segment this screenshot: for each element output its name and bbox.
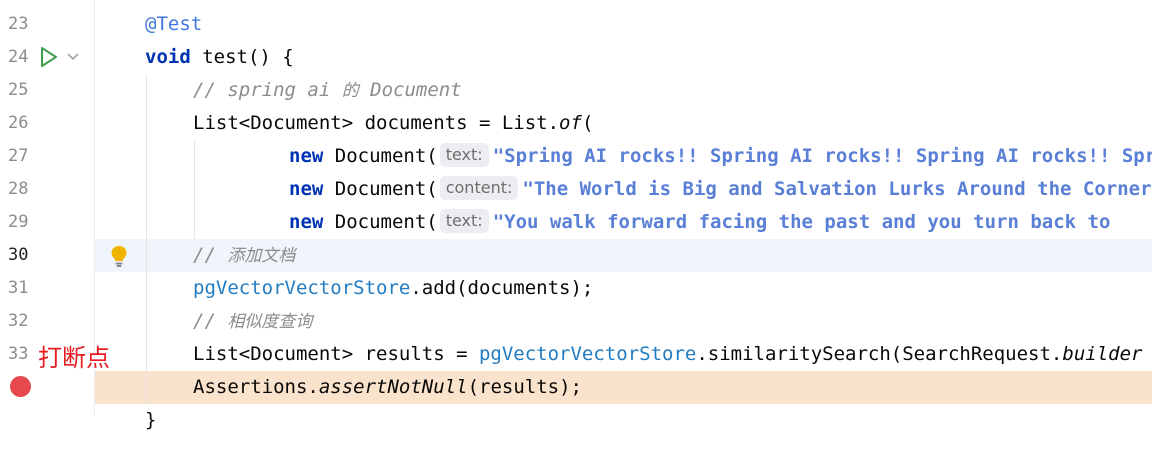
keyword-token: void — [145, 46, 191, 68]
code-token: (results); — [467, 376, 582, 398]
code-line[interactable]: } — [95, 404, 1152, 437]
line-number[interactable]: 23 — [8, 8, 48, 41]
parameter-hint: text: — [439, 209, 489, 233]
comment-token: 的 — [341, 81, 359, 101]
code-text: new Document(content: "The World is Big a… — [289, 173, 1152, 206]
code-line-breakpoint[interactable]: Assertions.assertNotNull(results); — [95, 371, 1152, 404]
run-icon[interactable] — [39, 46, 59, 68]
lightbulb-icon[interactable] — [109, 244, 129, 268]
field-token: pgVectorVectorStore — [478, 343, 697, 365]
code-token: .add(documents); — [410, 277, 594, 299]
code-text: List<Document> results = pgVectorVectorS… — [193, 338, 1142, 371]
comment-token: 添加文档 — [227, 246, 296, 266]
method-token: builder — [1062, 343, 1143, 365]
code-token: ( — [581, 112, 594, 134]
line-number[interactable]: 32 — [8, 305, 48, 338]
chevron-down-icon[interactable] — [67, 52, 79, 62]
code-line[interactable]: pgVectorVectorStore.add(documents); — [95, 272, 1152, 305]
comment-token: Document — [358, 79, 462, 101]
line-number[interactable]: 28 — [8, 173, 48, 206]
code-line[interactable]: new Document(text: "You walk forward faci… — [95, 206, 1152, 239]
code-line[interactable]: @Test — [95, 8, 1152, 41]
comment-line: // spring ai 的 Document — [193, 74, 462, 108]
comment-token: 相似度查询 — [227, 312, 313, 332]
code-text: pgVectorVectorStore.add(documents); — [193, 272, 593, 305]
code-text: void test() { — [145, 41, 294, 74]
line-number[interactable]: 29 — [8, 206, 48, 239]
string-token: "Spring AI rocks!! Spring AI rocks!! Spr… — [492, 145, 1152, 167]
breakpoint-icon[interactable] — [10, 376, 31, 397]
keyword-token: new — [289, 145, 324, 167]
comment-token: // — [193, 244, 228, 266]
code-token: .similaritySearch(SearchRequest. — [696, 343, 1063, 365]
indent-guide — [194, 140, 195, 239]
comment-token: // spring ai — [193, 79, 342, 101]
code-token: } — [145, 409, 157, 431]
code-text: Assertions.assertNotNull(results); — [193, 371, 582, 404]
annotation-token: @Test — [145, 13, 203, 35]
line-number[interactable]: 27 — [8, 140, 48, 173]
parameter-hint: text: — [439, 143, 489, 167]
string-token: "You walk forward facing the past and yo… — [492, 211, 1111, 233]
comment-line: // 添加文档 — [193, 239, 295, 273]
code-token: Assertions. — [193, 376, 319, 398]
indent-guide — [146, 74, 147, 404]
code-text: List<Document> documents = List.of( — [193, 107, 593, 140]
code-token: Document( — [323, 178, 438, 200]
code-line[interactable]: List<Document> results = pgVectorVectorS… — [95, 338, 1152, 371]
line-number[interactable]: 31 — [8, 272, 48, 305]
keyword-token: new — [289, 178, 324, 200]
line-number-current[interactable]: 30 — [8, 239, 48, 272]
comment-line: // 相似度查询 — [193, 305, 312, 339]
string-token: "The World is Big and Salvation Lurks Ar… — [522, 178, 1152, 200]
code-line[interactable]: // 相似度查询 — [95, 305, 1152, 338]
code-token: List<Document> documents = List. — [193, 112, 560, 134]
code-line-current[interactable]: // 添加文档 — [95, 239, 1152, 272]
code-text: new Document(text: "Spring AI rocks!! Spr… — [289, 140, 1152, 173]
method-token: of — [559, 112, 582, 134]
breakpoint-annotation-label: 打断点 — [38, 344, 110, 372]
line-number[interactable]: 26 — [8, 107, 48, 140]
code-token: Document( — [323, 211, 438, 233]
code-token: Document( — [323, 145, 438, 167]
comment-token: // — [193, 310, 228, 332]
method-token: assertNotNull — [318, 376, 468, 398]
keyword-token: new — [289, 211, 324, 233]
code-text: new Document(text: "You walk forward faci… — [289, 206, 1110, 239]
line-number[interactable]: 25 — [8, 74, 48, 107]
code-line[interactable]: new Document(content: "The World is Big a… — [95, 173, 1152, 206]
code-line[interactable]: // spring ai 的 Document — [95, 74, 1152, 107]
parameter-hint: content: — [439, 176, 519, 200]
code-line[interactable]: List<Document> documents = List.of( — [95, 107, 1152, 140]
field-token: pgVectorVectorStore — [193, 277, 411, 299]
code-token: test() { — [190, 46, 294, 68]
code-line[interactable]: new Document(text: "Spring AI rocks!! Spr… — [95, 140, 1152, 173]
code-line[interactable]: void test() { — [95, 41, 1152, 74]
code-token: List<Document> results = — [193, 343, 479, 365]
